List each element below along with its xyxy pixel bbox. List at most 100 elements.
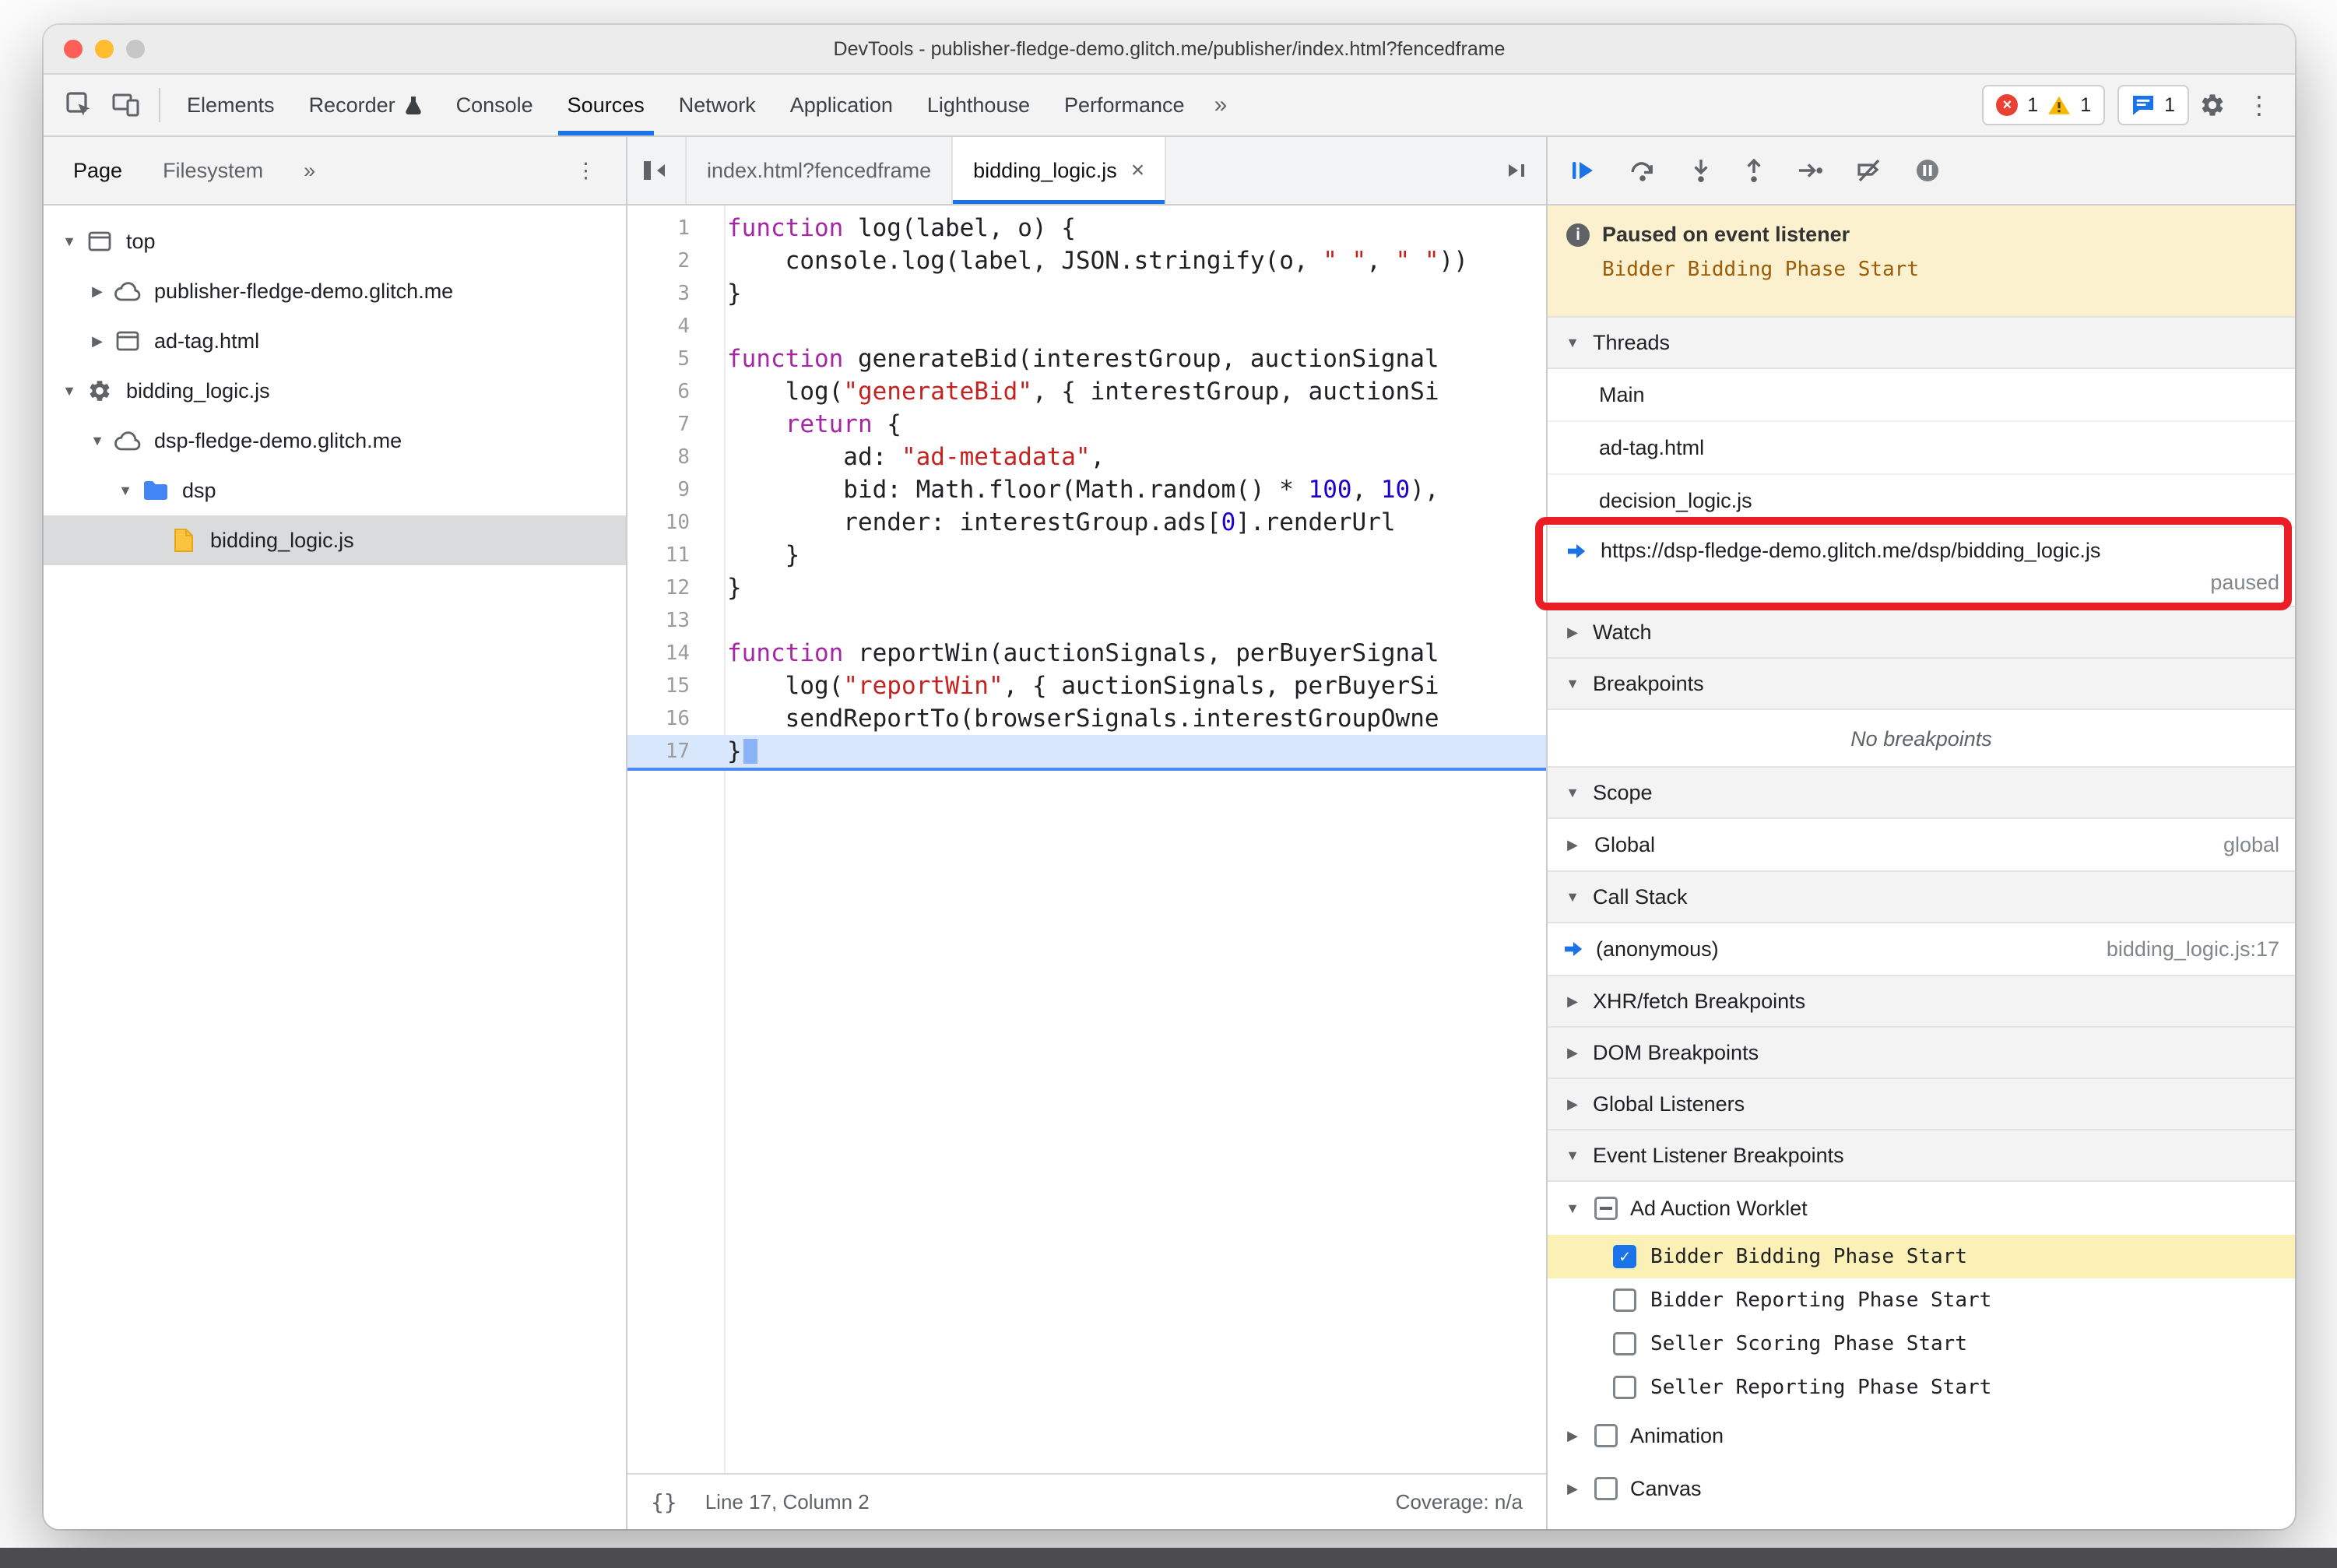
chevron-right-icon: ▶ bbox=[1567, 1095, 1578, 1112]
checkbox-animation[interactable] bbox=[1594, 1424, 1618, 1447]
elb-item-seller-reporting-phase-start[interactable]: Seller Reporting Phase Start bbox=[1548, 1366, 2295, 1409]
checkbox-bidder-reporting-phase-start[interactable] bbox=[1613, 1289, 1636, 1312]
code-line-3[interactable]: 3} bbox=[627, 277, 1546, 310]
tree-item-bidding-logic-js[interactable]: bidding_logic.js bbox=[44, 515, 626, 565]
more-panels-icon[interactable]: » bbox=[1202, 92, 1240, 118]
settings-gear-icon[interactable] bbox=[2189, 82, 2236, 128]
sidebar-more-tabs-icon[interactable]: » bbox=[283, 137, 336, 204]
sidebar-tab-filesystem[interactable]: Filesystem bbox=[142, 137, 283, 204]
elb-group-ad-auction-worklet[interactable]: ▼ Ad Auction Worklet bbox=[1548, 1182, 2295, 1235]
scope-row-global[interactable]: ▶ Global global bbox=[1548, 819, 2295, 872]
elb-group-animation[interactable]: ▶ Animation bbox=[1548, 1409, 2295, 1462]
code-editor[interactable]: 1 function log(label, o) {2 console.log(l… bbox=[627, 206, 1546, 1473]
panel-tab-console[interactable]: Console bbox=[439, 75, 550, 135]
elb-item-seller-scoring-phase-start[interactable]: Seller Scoring Phase Start bbox=[1548, 1322, 2295, 1366]
code-line-1[interactable]: 1 function log(label, o) { bbox=[627, 212, 1546, 244]
code-line-10[interactable]: 10 render: interestGroup.ads[0].renderUr… bbox=[627, 506, 1546, 539]
next-editor-tab-icon[interactable] bbox=[1487, 137, 1546, 204]
section-scope[interactable]: ▼ Scope bbox=[1548, 766, 2295, 819]
panel-tab-recorder[interactable]: Recorder bbox=[292, 75, 439, 135]
call-stack-frame[interactable]: (anonymous) bidding_logic.js:17 bbox=[1548, 923, 2295, 976]
thread-item-main[interactable]: Main bbox=[1548, 369, 2295, 422]
pause-on-exceptions-icon[interactable] bbox=[1915, 158, 1940, 183]
section-xhr-breakpoints[interactable]: ▶ XHR/fetch Breakpoints bbox=[1548, 975, 2295, 1028]
section-call-stack[interactable]: ▼ Call Stack bbox=[1548, 870, 2295, 923]
code-line-14[interactable]: 14 function reportWin(auctionSignals, per… bbox=[627, 637, 1546, 670]
checkbox-seller-reporting-phase-start[interactable] bbox=[1613, 1376, 1636, 1399]
error-count: 1 bbox=[2027, 93, 2039, 116]
code-line-8[interactable]: 8 ad: "ad-metadata", bbox=[627, 441, 1546, 473]
section-global-listeners[interactable]: ▶ Global Listeners bbox=[1548, 1078, 2295, 1130]
tree-item-top[interactable]: ▼ top bbox=[44, 216, 626, 266]
panel-tab-performance[interactable]: Performance bbox=[1047, 75, 1202, 135]
section-event-listener-breakpoints[interactable]: ▼ Event Listener Breakpoints bbox=[1548, 1129, 2295, 1182]
kebab-menu-icon[interactable]: ⋮ bbox=[2236, 82, 2283, 128]
checkbox-seller-scoring-phase-start[interactable] bbox=[1613, 1332, 1636, 1355]
checkbox-canvas[interactable] bbox=[1594, 1477, 1618, 1500]
section-watch[interactable]: ▶ Watch bbox=[1548, 606, 2295, 659]
checkbox-ad-auction-worklet[interactable] bbox=[1594, 1197, 1618, 1220]
checkbox-bidder-bidding-phase-start[interactable] bbox=[1613, 1245, 1636, 1268]
device-toolbar-icon[interactable] bbox=[103, 82, 149, 128]
code-line-15[interactable]: 15 log("reportWin", { auctionSignals, pe… bbox=[627, 670, 1546, 702]
section-dom-breakpoints[interactable]: ▶ DOM Breakpoints bbox=[1548, 1026, 2295, 1079]
section-label: DOM Breakpoints bbox=[1593, 1040, 1759, 1064]
code-line-13[interactable]: 13 bbox=[627, 604, 1546, 637]
pretty-print-icon[interactable]: {} bbox=[651, 1489, 677, 1515]
tree-item-dsp[interactable]: ▼ dsp bbox=[44, 466, 626, 515]
code-line-6[interactable]: 6 log("generateBid", { interestGroup, au… bbox=[627, 375, 1546, 408]
panel-tab-sources[interactable]: Sources bbox=[550, 75, 662, 135]
experiment-flask-icon bbox=[405, 95, 422, 115]
code-text: sendReportTo(browserSignals.interestGrou… bbox=[727, 705, 1439, 733]
sidebar-tab-page[interactable]: Page bbox=[53, 137, 142, 204]
tree-item-bidding-logic-js[interactable]: ▼ bidding_logic.js bbox=[44, 366, 626, 416]
close-window-button[interactable] bbox=[64, 40, 83, 58]
toggle-navigator-icon[interactable] bbox=[627, 137, 687, 204]
code-line-17[interactable]: 17} bbox=[627, 735, 1546, 768]
code-line-16[interactable]: 16 sendReportTo(browserSignals.interestG… bbox=[627, 702, 1546, 735]
code-line-4[interactable]: 4 bbox=[627, 310, 1546, 343]
tree-item-dsp-fledge-demo-glitch-me[interactable]: ▼ dsp-fledge-demo.glitch.me bbox=[44, 416, 626, 466]
section-threads[interactable]: ▼ Threads bbox=[1548, 316, 2295, 369]
step-icon[interactable] bbox=[1797, 160, 1823, 181]
tree-item-publisher-fledge-demo-glitch-me[interactable]: ▶ publisher-fledge-demo.glitch.me bbox=[44, 266, 626, 316]
code-line-2[interactable]: 2 console.log(label, JSON.stringify(o, "… bbox=[627, 244, 1546, 277]
code-line-12[interactable]: 12} bbox=[627, 571, 1546, 604]
sidebar-kebab-menu-icon[interactable]: ⋮ bbox=[555, 137, 617, 204]
thread-item-decision-logic-js[interactable]: decision_logic.js bbox=[1548, 475, 2295, 528]
panel-tab-application[interactable]: Application bbox=[773, 75, 910, 135]
errors-warnings-badge[interactable]: × 1 1 bbox=[1982, 85, 2106, 125]
elb-item-bidder-reporting-phase-start[interactable]: Bidder Reporting Phase Start bbox=[1548, 1278, 2295, 1322]
code-line-11[interactable]: 11 } bbox=[627, 539, 1546, 571]
deactivate-breakpoints-icon[interactable] bbox=[1856, 158, 1882, 183]
elb-item-bidder-bidding-phase-start[interactable]: Bidder Bidding Phase Start bbox=[1548, 1235, 2295, 1278]
editor-tab-index-html[interactable]: index.html?fencedframe bbox=[687, 137, 954, 204]
panel-tab-network[interactable]: Network bbox=[662, 75, 773, 135]
tree-item-label: dsp bbox=[182, 478, 216, 502]
code-text: } bbox=[712, 735, 757, 768]
section-breakpoints[interactable]: ▼ Breakpoints bbox=[1548, 657, 2295, 710]
minimize-window-button[interactable] bbox=[95, 40, 114, 58]
thread-item-https-dsp-fledge-demo-glitch-me-dsp-bidding-logic-js[interactable]: https://dsp-fledge-demo.glitch.me/dsp/bi… bbox=[1548, 528, 2295, 607]
tree-item-label: dsp-fledge-demo.glitch.me bbox=[154, 428, 402, 452]
close-tab-icon[interactable]: × bbox=[1131, 157, 1145, 184]
chevron-down-icon: ▼ bbox=[1566, 1147, 1580, 1163]
resume-script-icon[interactable] bbox=[1569, 158, 1596, 183]
code-line-9[interactable]: 9 bid: Math.floor(Math.random() * 100, 1… bbox=[627, 473, 1546, 506]
tree-item-ad-tag-html[interactable]: ▶ ad-tag.html bbox=[44, 316, 626, 366]
step-into-icon[interactable] bbox=[1691, 158, 1711, 183]
issues-badge[interactable]: 1 bbox=[2117, 85, 2189, 125]
inspect-element-icon[interactable] bbox=[56, 82, 103, 128]
chevron-down-icon: ▼ bbox=[1566, 1200, 1580, 1216]
code-line-7[interactable]: 7 return { bbox=[627, 408, 1546, 441]
step-out-icon[interactable] bbox=[1744, 158, 1764, 183]
zoom-window-button[interactable] bbox=[126, 40, 145, 58]
step-over-icon[interactable] bbox=[1629, 158, 1658, 183]
thread-item-ad-tag-html[interactable]: ad-tag.html bbox=[1548, 422, 2295, 475]
elb-group-canvas[interactable]: ▶ Canvas bbox=[1548, 1462, 2295, 1515]
devtools-toolbar: Elements Recorder Console Sources Network App… bbox=[44, 75, 2295, 137]
panel-tab-lighthouse[interactable]: Lighthouse bbox=[910, 75, 1047, 135]
code-line-5[interactable]: 5 function generateBid(interestGroup, auc… bbox=[627, 343, 1546, 375]
panel-tab-elements[interactable]: Elements bbox=[170, 75, 292, 135]
editor-tab-bidding-logic[interactable]: bidding_logic.js × bbox=[953, 137, 1167, 204]
